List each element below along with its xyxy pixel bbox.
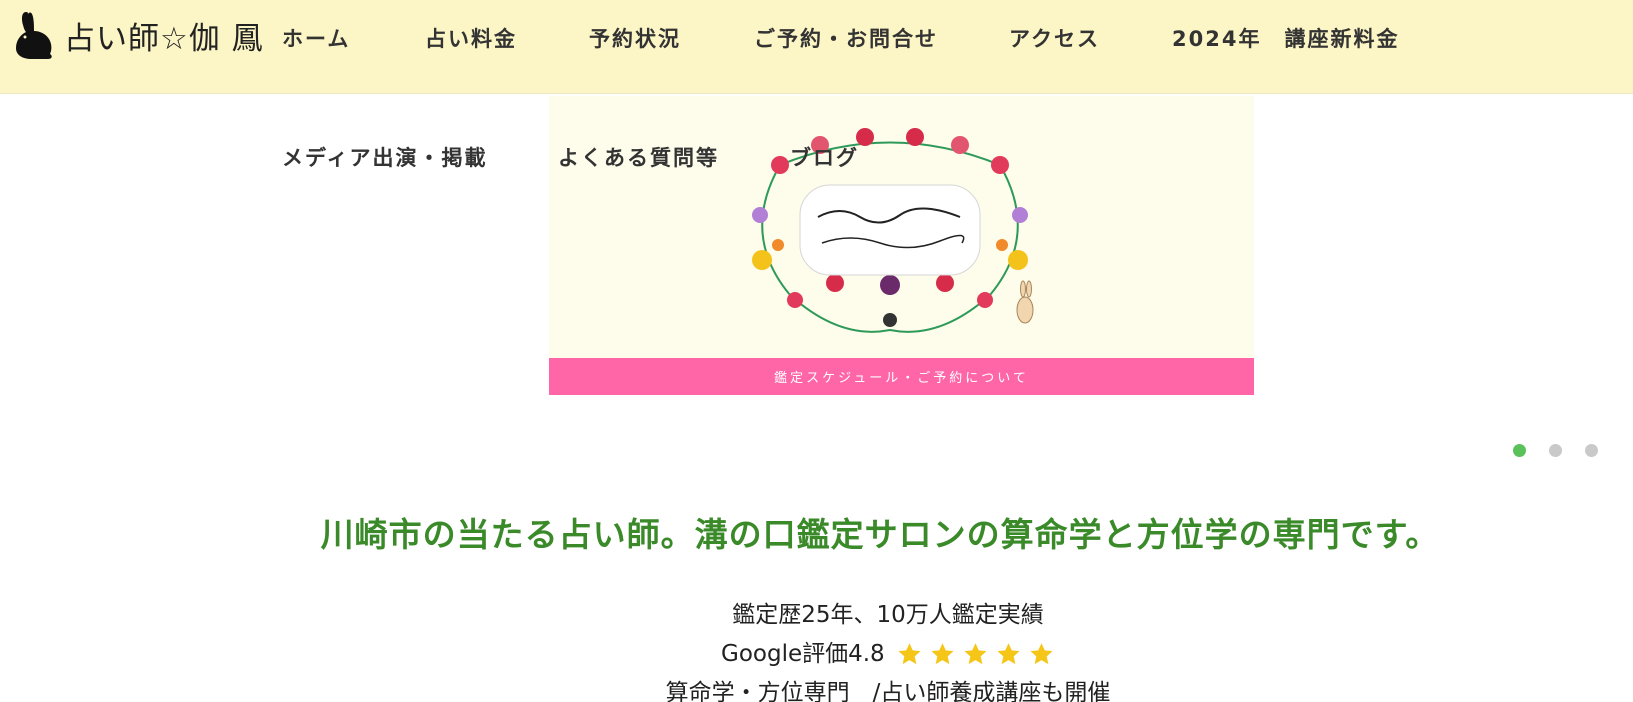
site-header: 占い師☆伽 鳳 ホーム 占い料金 予約状況 ご予約・お問合せ アクセス 2024… (0, 0, 1633, 94)
specialty-text: 算命学・方位専門 /占い師養成講座も開催 (665, 680, 1111, 702)
rating-row: Google評価4.8 (0, 634, 1633, 668)
nav-blog[interactable]: ブログ (790, 142, 859, 172)
star-icon (964, 643, 987, 665)
page-headline: 川崎市の当たる占い師。溝の口鑑定サロンの算命学と方位学の専門です。 (320, 515, 1440, 554)
site-title: 占い師☆伽 鳳 (64, 20, 264, 57)
star-icon (931, 643, 954, 665)
experience-text: 鑑定歴25年、10万人鑑定実績 (732, 602, 1044, 628)
rating-label: Google評価4.8 (721, 641, 885, 667)
slider-dot-3[interactable] (1585, 444, 1598, 457)
slider-dot-2[interactable] (1549, 444, 1562, 457)
nav-media[interactable]: メディア出演・掲載 (282, 142, 488, 172)
nav-course-fees[interactable]: 2024年 講座新料金 (1172, 23, 1399, 53)
nav-faq[interactable]: よくある質問等 (558, 142, 719, 172)
rating-stars (896, 641, 1055, 668)
star-icon (1030, 643, 1053, 665)
schedule-link-strip[interactable]: 鑑定スケジュール・ご予約について (549, 358, 1254, 395)
banner-caption: 鑑定スケジュール・ご予約について (774, 371, 1029, 386)
star-icon (997, 643, 1020, 665)
rabbit-icon (16, 12, 52, 59)
nav-contact[interactable]: ご予約・お問合せ (754, 23, 938, 53)
bunny-figure-icon (1016, 280, 1034, 324)
nav-home[interactable]: ホーム (282, 23, 350, 53)
flower-wreath-image (752, 128, 1034, 333)
nav-access[interactable]: アクセス (1009, 23, 1100, 53)
nav-pricing[interactable]: 占い料金 (425, 23, 517, 53)
nav-booking-status[interactable]: 予約状況 (589, 23, 681, 53)
site-logo[interactable]: 占い師☆伽 鳳 (12, 10, 264, 60)
slider-dot-1[interactable] (1513, 444, 1526, 457)
star-icon (898, 643, 921, 665)
